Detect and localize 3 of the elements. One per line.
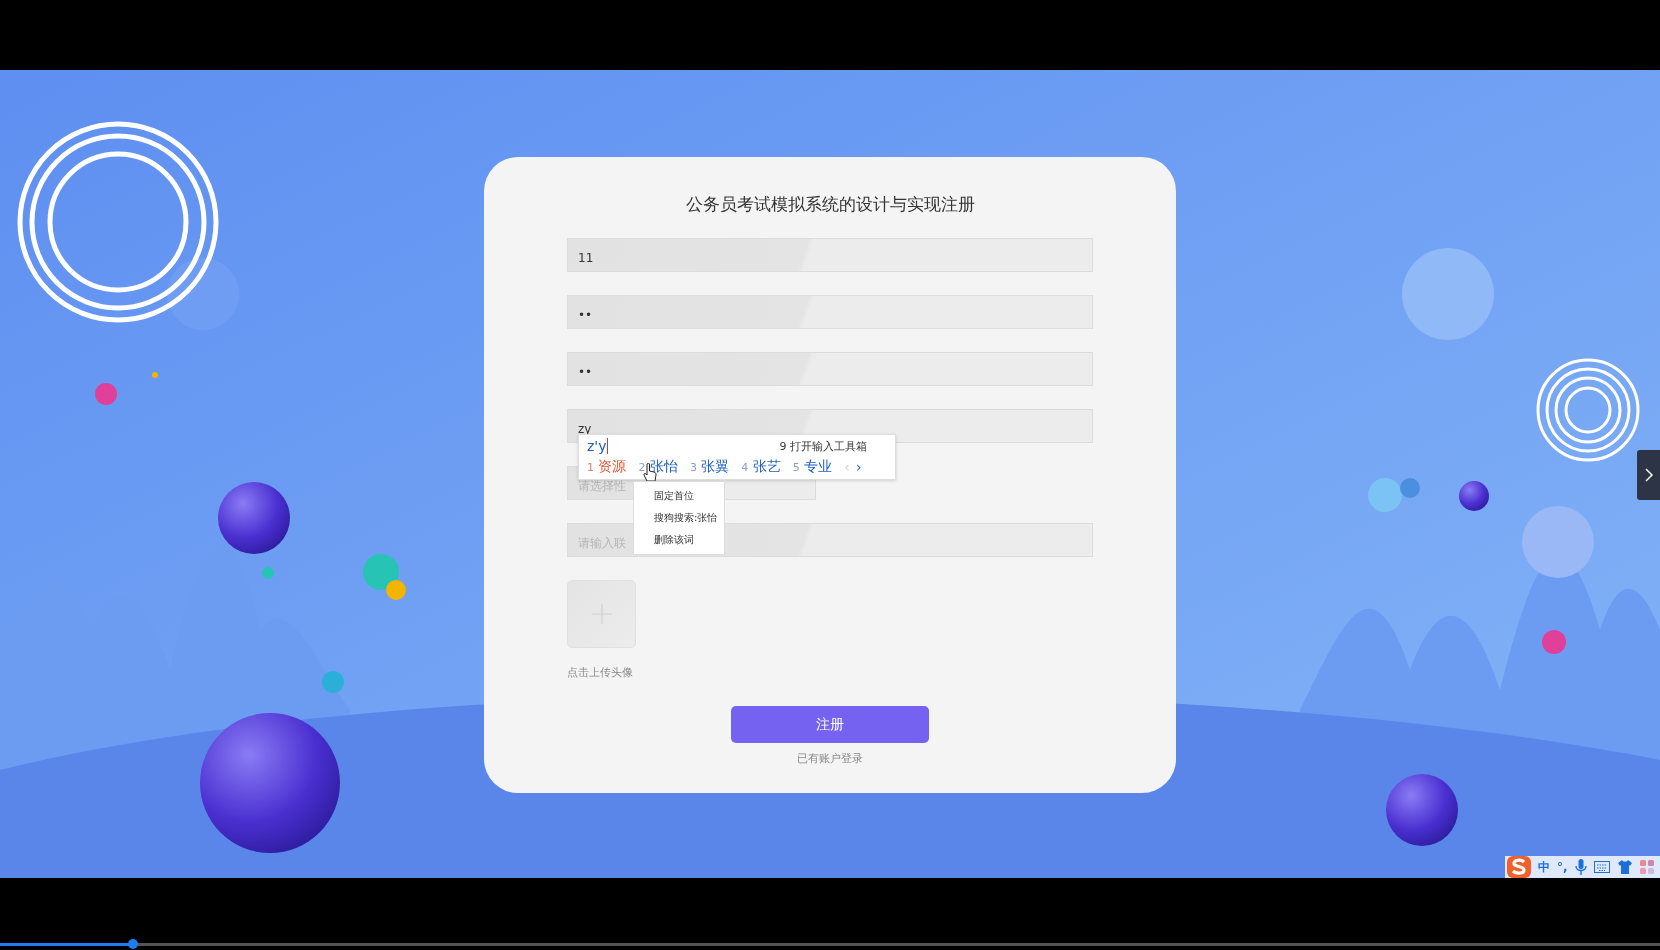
ime-input-text: z'y [587, 438, 609, 454]
form-title: 公务员考试模拟系统的设计与实现注册 [684, 193, 976, 215]
upload-caption: 点击上传头像 [567, 665, 634, 680]
